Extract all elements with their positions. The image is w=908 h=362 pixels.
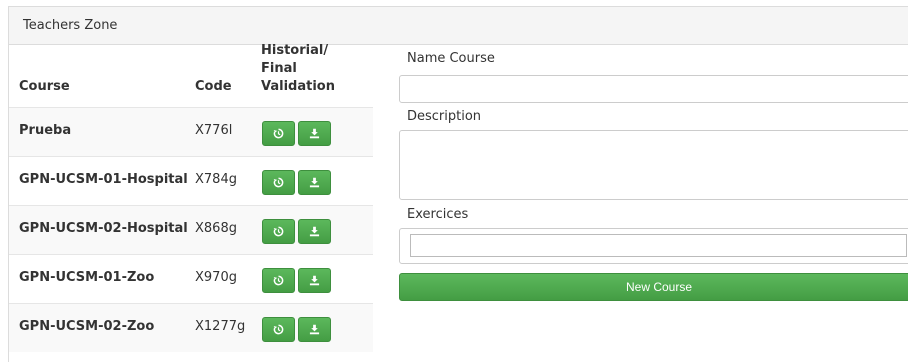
exercises-select-field[interactable] <box>410 234 907 257</box>
description-textarea[interactable] <box>399 130 908 200</box>
course-code: X970g <box>195 270 237 285</box>
download-icon <box>309 275 320 286</box>
teachers-zone-panel: Teachers Zone Course Code Historial/ Fin… <box>8 6 908 362</box>
history-icon <box>273 275 284 286</box>
exercises-label: Exercices <box>407 207 469 222</box>
download-icon <box>309 226 320 237</box>
table-header: Course Code Historial/ Final Validation <box>9 42 373 107</box>
historial-button[interactable] <box>262 170 295 195</box>
historial-button[interactable] <box>262 317 295 342</box>
column-header-course: Course <box>19 79 70 94</box>
table-row: GPN-UCSM-01-Zoo X970g <box>9 254 373 303</box>
courses-table: Course Code Historial/ Final Validation … <box>9 42 373 352</box>
final-validation-download-button[interactable] <box>298 268 331 293</box>
course-name: GPN-UCSM-01-Hospital <box>19 172 188 187</box>
column-header-historial: Historial/ Final Validation <box>261 42 373 96</box>
download-icon <box>309 128 320 139</box>
column-header-code: Code <box>195 79 232 94</box>
table-row: GPN-UCSM-02-Hospital X868g <box>9 205 373 254</box>
final-validation-download-button[interactable] <box>298 219 331 244</box>
history-icon <box>273 177 284 188</box>
history-icon <box>273 128 284 139</box>
history-icon <box>273 226 284 237</box>
table-row: GPN-UCSM-01-Hospital X784g <box>9 156 373 205</box>
course-code: X776l <box>195 123 233 138</box>
course-name: GPN-UCSM-02-Zoo <box>19 319 155 334</box>
course-code: X784g <box>195 172 237 187</box>
final-validation-download-button[interactable] <box>298 170 331 195</box>
course-code: X1277g <box>195 319 246 334</box>
final-validation-download-button[interactable] <box>298 317 331 342</box>
historial-button[interactable] <box>262 219 295 244</box>
course-name: GPN-UCSM-02-Hospital <box>19 221 188 236</box>
name-course-label: Name Course <box>407 51 495 66</box>
column-header-historial-line1: Historial/ <box>261 43 329 58</box>
exercises-select[interactable] <box>399 228 908 264</box>
historial-button[interactable] <box>262 121 295 146</box>
course-name: GPN-UCSM-01-Zoo <box>19 270 155 285</box>
panel-title: Teachers Zone <box>9 7 908 45</box>
download-icon <box>309 177 320 188</box>
download-icon <box>309 324 320 335</box>
final-validation-download-button[interactable] <box>298 121 331 146</box>
name-course-input[interactable] <box>399 75 908 103</box>
table-row: Prueba X776l <box>9 107 373 156</box>
history-icon <box>273 324 284 335</box>
table-row: GPN-UCSM-02-Zoo X1277g <box>9 303 373 352</box>
course-code: X868g <box>195 221 237 236</box>
column-header-historial-line2: Final Validation <box>261 61 335 94</box>
description-label: Description <box>407 109 482 124</box>
historial-button[interactable] <box>262 268 295 293</box>
new-course-button[interactable]: New Course <box>399 273 908 301</box>
course-name: Prueba <box>19 123 72 138</box>
